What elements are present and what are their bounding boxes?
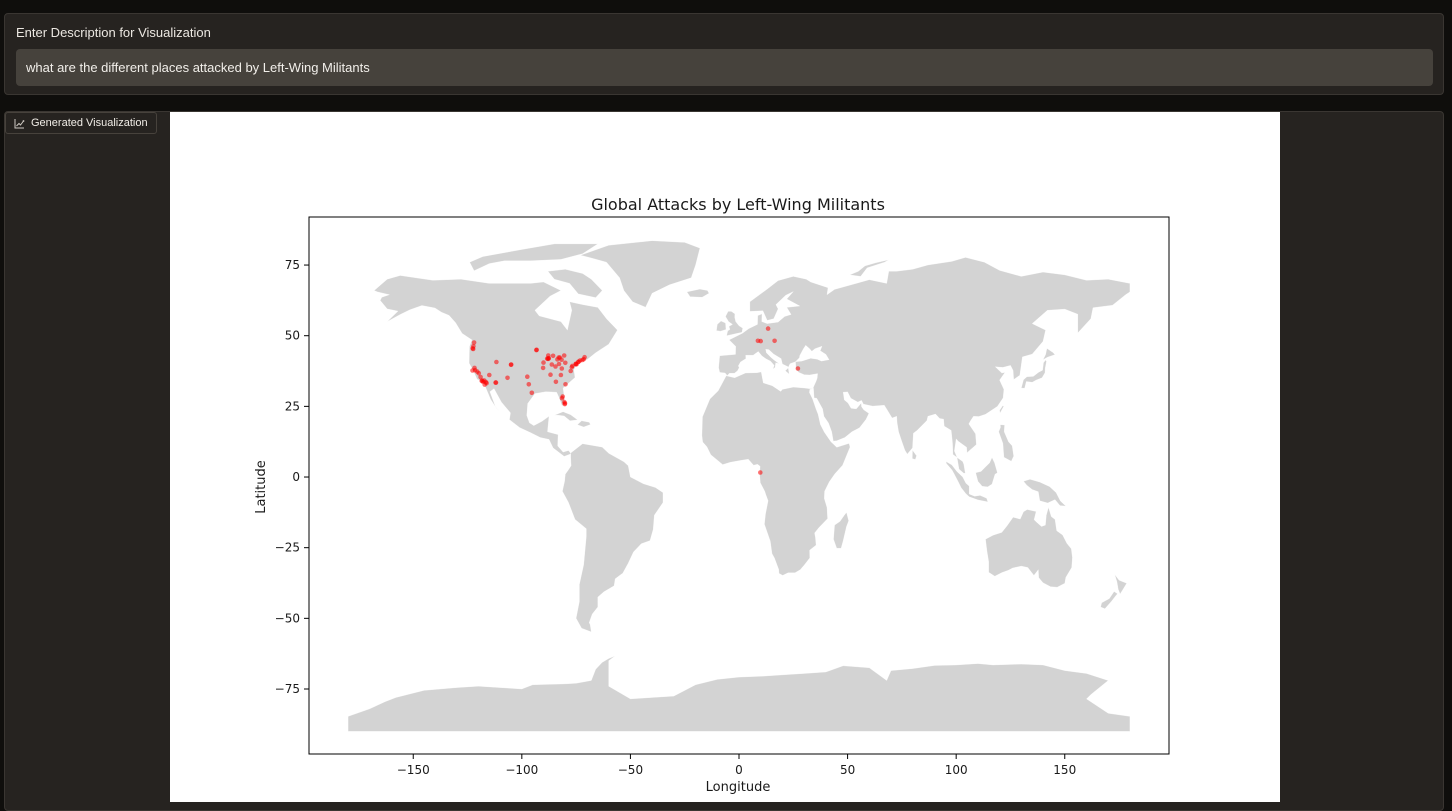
attack-point: [553, 379, 559, 385]
y-tick-label: 75: [285, 258, 300, 272]
attack-point: [550, 353, 556, 359]
attack-point: [562, 401, 568, 406]
attack-point: [526, 382, 532, 387]
australia-landmass: [985, 506, 1073, 588]
description-panel: Enter Description for Visualization what…: [4, 13, 1444, 95]
x-axis: −150 −100 −50 0 50 100 150: [397, 754, 1076, 777]
attack-point: [558, 372, 564, 378]
antarctica-landmass: [347, 655, 1131, 732]
attack-point: [755, 338, 761, 344]
attack-point: [795, 366, 801, 371]
attack-point: [548, 372, 553, 378]
borneo-landmass: [975, 457, 998, 488]
south-america-landmass: [562, 443, 664, 633]
madagascar-landmass: [833, 512, 849, 549]
attack-point: [471, 340, 477, 345]
y-tick-label: −50: [275, 611, 300, 625]
attack-point: [494, 359, 499, 365]
attack-point: [493, 380, 499, 385]
new-zealand-north-landmass: [1114, 574, 1127, 595]
arctic-islands-landmass: [469, 243, 599, 271]
y-tick-label: 50: [285, 329, 300, 343]
attack-point: [529, 390, 535, 396]
x-tick-label: −50: [618, 763, 643, 777]
taiwan-hainan-landmass: [999, 405, 1004, 414]
visualization-figure: Global Attacks by Left-Wing Militants −1…: [170, 112, 1280, 802]
iceland-landmass: [686, 288, 710, 298]
new-guinea-landmass: [1023, 479, 1067, 507]
attack-point: [559, 366, 565, 371]
attack-point: [772, 338, 777, 344]
generated-visualization-label: Generated Visualization: [31, 117, 148, 129]
new-zealand-landmass: [1100, 591, 1118, 609]
ireland-landmass: [716, 320, 727, 332]
baffin-island-landmass: [547, 269, 603, 298]
attack-point: [557, 355, 563, 360]
world-landmass: [347, 240, 1131, 732]
attack-point: [534, 347, 539, 353]
attack-point: [559, 395, 565, 401]
attack-point: [484, 380, 489, 386]
philippines-landmass: [998, 424, 1014, 462]
y-tick-label: 25: [285, 399, 300, 413]
attack-point: [470, 368, 475, 373]
attack-point: [541, 360, 546, 365]
generated-visualization-tab[interactable]: Generated Visualization: [5, 112, 157, 134]
hokkaido-sakhalin-landmass: [1042, 348, 1056, 361]
world-map-chart: Global Attacks by Left-Wing Militants −1…: [254, 195, 1170, 795]
attack-point: [758, 470, 763, 475]
attack-point: [525, 374, 530, 380]
y-axis: −75 −50 −25 0 25 50 75: [275, 258, 309, 696]
attack-point: [544, 356, 550, 361]
attack-point: [563, 382, 568, 387]
chart-title: Global Attacks by Left-Wing Militants: [591, 195, 885, 214]
attack-point: [561, 353, 567, 358]
x-tick-label: 0: [735, 763, 743, 777]
x-tick-label: 100: [945, 763, 968, 777]
y-tick-label: 0: [292, 470, 300, 484]
attack-point: [478, 374, 483, 380]
x-tick-label: 150: [1053, 763, 1076, 777]
chart-icon: [14, 118, 25, 129]
hispaniola-landmass: [577, 420, 591, 428]
y-tick-label: −75: [275, 682, 300, 696]
sri-lanka-landmass: [912, 449, 917, 460]
cuba-landmass: [554, 411, 578, 421]
attack-point: [487, 372, 492, 378]
attack-point: [563, 360, 568, 366]
attack-point: [540, 365, 546, 371]
x-tick-label: −100: [505, 763, 538, 777]
attack-point: [568, 368, 573, 374]
attack-point: [508, 362, 514, 367]
y-axis-label: Latitude: [254, 460, 269, 514]
attack-point: [582, 354, 587, 360]
japan-landmass: [1021, 359, 1047, 389]
north-america-landmass: [373, 275, 618, 457]
description-label: Enter Description for Visualization: [16, 25, 211, 40]
britain-landmass: [725, 311, 743, 336]
x-axis-label: Longitude: [706, 780, 771, 795]
attack-point: [505, 375, 510, 381]
greenland-landmass: [579, 240, 701, 308]
attack-point: [556, 361, 562, 367]
description-input[interactable]: what are the different places attacked b…: [16, 49, 1433, 86]
y-tick-label: −25: [275, 541, 300, 555]
svalbard-novaya-landmass: [849, 259, 889, 277]
x-tick-label: −150: [397, 763, 430, 777]
attack-point: [765, 326, 771, 331]
x-tick-label: 50: [840, 763, 855, 777]
